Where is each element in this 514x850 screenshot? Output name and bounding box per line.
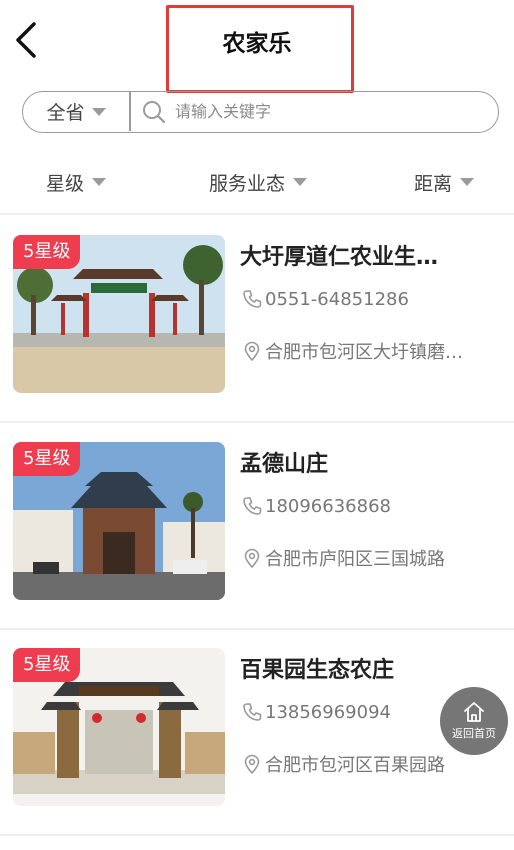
phone-row[interactable]: 18096636868 [241, 495, 391, 517]
phone-number: 18096636868 [265, 495, 391, 517]
divider [0, 834, 514, 836]
item-name: 百果园生态农庄 [240, 658, 395, 683]
filter-bar: 星级 服务业态 距离 [0, 160, 514, 204]
filter-label: 距离 [414, 172, 453, 195]
caret-down-icon [92, 178, 107, 186]
address-text: 合肥市包河区大圩镇磨… [265, 342, 463, 363]
list-item[interactable]: 5星级 百果园生态农庄 13856969094 合肥市包河区百果园路 [0, 648, 514, 838]
back-to-home-button[interactable]: 返回首页 [440, 687, 508, 755]
back-to-home-label: 返回首页 [452, 727, 496, 740]
caret-down-icon [91, 107, 106, 116]
phone-number: 0551-64851286 [265, 288, 409, 310]
phone-icon [243, 703, 262, 721]
caret-down-icon [293, 178, 308, 186]
filter-label: 星级 [46, 172, 85, 195]
address-text: 合肥市庐阳区三国城路 [265, 549, 445, 570]
location-pin-icon [244, 754, 260, 775]
search-bar: 全省 [22, 91, 499, 133]
star-badge: 5星级 [13, 442, 81, 476]
filter-label: 服务业态 [209, 172, 286, 195]
farm-photo: 5星级 [13, 648, 225, 806]
address-text: 合肥市包河区百果园路 [265, 755, 445, 776]
highlight-box [166, 5, 354, 93]
filter-distance[interactable]: 距离 [414, 160, 475, 204]
search-icon [143, 101, 166, 124]
phone-row[interactable]: 0551-64851286 [241, 288, 409, 310]
address-row: 合肥市包河区大圩镇磨… [241, 338, 463, 364]
address-row: 合肥市庐阳区三国城路 [241, 545, 445, 571]
divider [0, 421, 514, 423]
home-icon [464, 702, 484, 722]
item-name: 大圩厚道仁农业生… [240, 245, 439, 270]
phone-icon [243, 290, 262, 308]
star-badge: 5星级 [13, 648, 81, 682]
farm-photo: 5星级 [13, 235, 225, 393]
divider [0, 628, 514, 630]
search-input[interactable] [175, 96, 485, 127]
list-item[interactable]: 5星级 大圩厚道仁农业生… 0551-64851286 合肥市包河区大圩镇磨… [0, 235, 514, 425]
address-row: 合肥市包河区百果园路 [241, 751, 445, 777]
farm-photo: 5星级 [13, 442, 225, 600]
filter-star-level[interactable]: 星级 [46, 160, 107, 204]
divider [0, 213, 514, 215]
region-select-label: 全省 [46, 102, 85, 124]
search-divider [129, 92, 131, 131]
phone-row[interactable]: 13856969094 [241, 701, 391, 723]
phone-number: 13856969094 [265, 701, 391, 723]
header: 农家乐 [0, 0, 514, 93]
filter-service-type[interactable]: 服务业态 [209, 160, 308, 204]
region-select[interactable]: 全省 [23, 92, 129, 131]
location-pin-icon [244, 341, 260, 362]
phone-icon [243, 497, 262, 515]
list-item[interactable]: 5星级 孟德山庄 18096636868 合肥市庐阳区三国城路 [0, 442, 514, 632]
item-name: 孟德山庄 [240, 452, 329, 477]
caret-down-icon [460, 178, 475, 186]
location-pin-icon [244, 548, 260, 569]
star-badge: 5星级 [13, 235, 81, 269]
